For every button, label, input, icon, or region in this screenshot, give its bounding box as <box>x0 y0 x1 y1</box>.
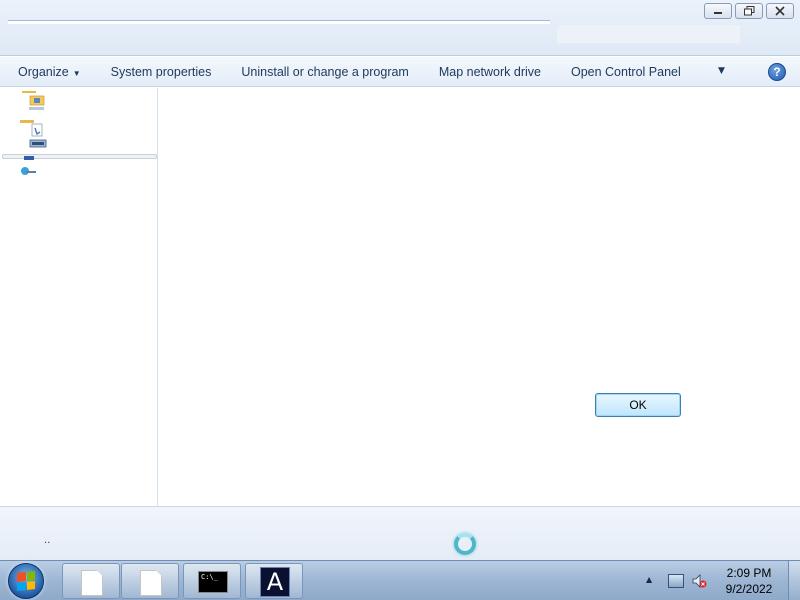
search-input[interactable] <box>556 24 741 44</box>
system-clock[interactable]: 2:09 PM 9/2/2022 <box>718 565 780 597</box>
start-button[interactable] <box>8 563 44 599</box>
organize-label: Organize <box>18 64 69 79</box>
libraries-folder-icon[interactable] <box>18 118 48 152</box>
taskbar-item-command-prompt[interactable]: C:\_ <box>183 563 241 599</box>
restore-icon <box>743 6 754 16</box>
ok-button[interactable]: OK <box>595 393 681 417</box>
network-tray-icon[interactable] <box>668 574 684 588</box>
minimize-button[interactable] <box>704 3 732 19</box>
content-area <box>159 88 800 506</box>
minimize-icon <box>714 12 722 14</box>
windows-logo-icon <box>17 571 35 591</box>
window-title-bar <box>0 0 800 56</box>
clock-time: 2:09 PM <box>726 566 772 580</box>
map-network-drive-button[interactable]: Map network drive <box>424 65 556 79</box>
show-hidden-icons-chevron-icon[interactable]: ▲ <box>646 575 652 584</box>
details-text: .. <box>44 535 51 546</box>
network-icon[interactable] <box>18 165 38 175</box>
close-button[interactable] <box>766 3 794 19</box>
taskbar-item-document-2[interactable] <box>121 563 179 599</box>
favorites-folder-icon[interactable] <box>18 88 48 112</box>
document-icon <box>81 570 103 596</box>
system-properties-button[interactable]: System properties <box>96 65 227 79</box>
taskbar-item-document-1[interactable] <box>62 563 120 599</box>
uninstall-program-button[interactable]: Uninstall or change a program <box>226 65 423 79</box>
address-bar[interactable] <box>8 20 550 24</box>
volume-muted-icon[interactable] <box>691 573 707 589</box>
command-bar: Organize ▼ System properties Uninstall or… <box>0 57 800 87</box>
restore-button[interactable] <box>735 3 763 19</box>
busy-spinner-icon <box>454 533 476 555</box>
clock-date: 9/2/2022 <box>725 582 773 596</box>
show-desktop-button[interactable] <box>788 561 800 600</box>
more-commands-chevron-icon[interactable]: ▼ <box>718 66 725 76</box>
taskbar-item-app-a[interactable]: A <box>245 563 303 599</box>
taskbar: C:\_ A ▲ 2:09 PM 9/2/2022 <box>0 560 800 600</box>
close-icon <box>775 6 785 16</box>
command-prompt-icon: C:\_ <box>198 571 228 593</box>
chevron-down-icon: ▼ <box>72 68 81 78</box>
organize-button[interactable]: Organize ▼ <box>0 65 96 79</box>
details-pane: .. <box>0 506 800 560</box>
open-control-panel-button[interactable]: Open Control Panel <box>556 65 696 79</box>
document-icon <box>140 570 162 596</box>
computer-icon[interactable] <box>22 155 38 161</box>
help-icon[interactable]: ? <box>768 63 786 81</box>
window-controls <box>704 3 794 19</box>
navigation-pane <box>0 88 158 506</box>
app-a-icon: A <box>260 567 290 597</box>
